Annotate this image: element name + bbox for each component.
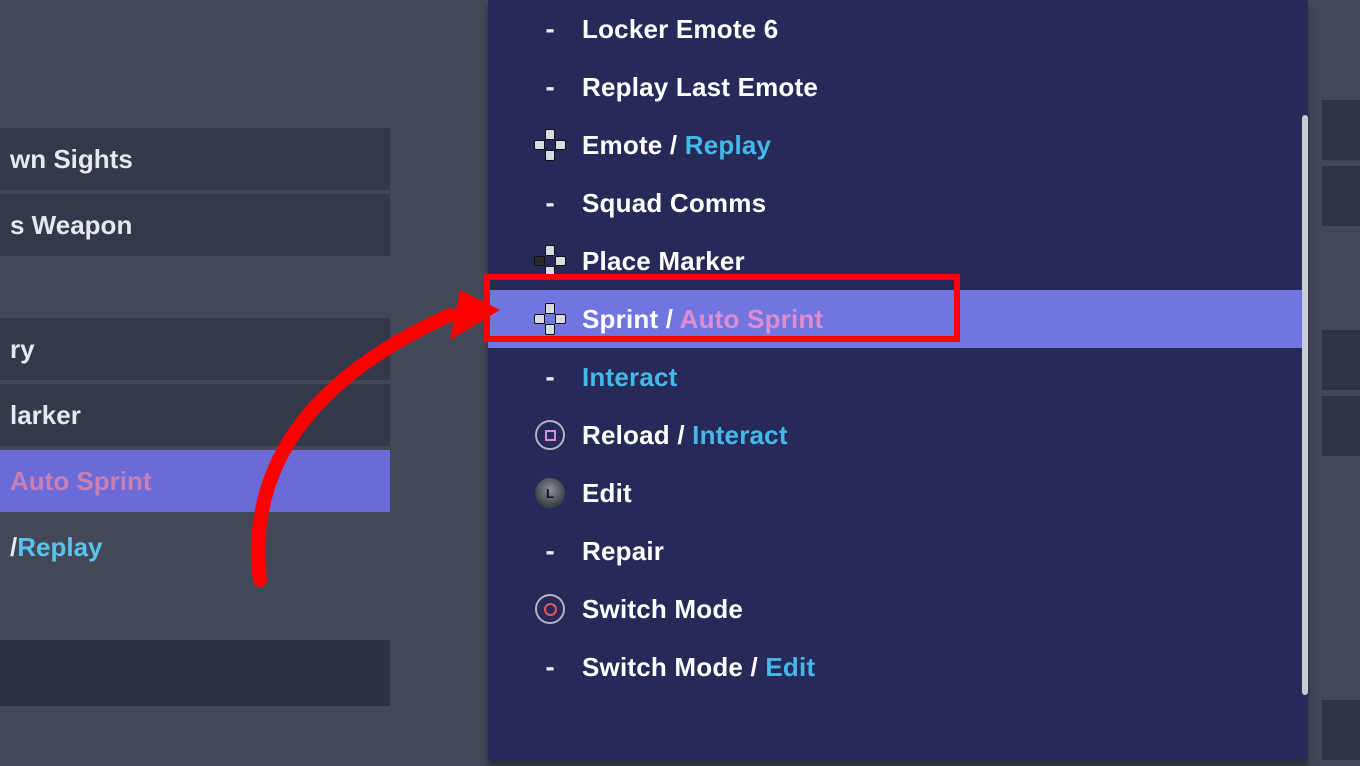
bind-row-interact[interactable]: - Interact — [488, 348, 1308, 406]
dash-icon: - — [545, 71, 554, 103]
left-row[interactable]: / Replay — [0, 516, 390, 578]
dash-icon: - — [545, 535, 554, 567]
dash-icon: - — [545, 651, 554, 683]
right-edge-block — [1322, 100, 1360, 232]
left-row[interactable]: larker — [0, 384, 390, 446]
bind-row-sprint-auto-sprint[interactable]: Sprint / Auto Sprint — [488, 290, 1308, 348]
left-row[interactable]: wn Sights — [0, 128, 390, 190]
dpad-icon — [534, 303, 566, 335]
bind-row-squad-comms[interactable]: - Squad Comms — [488, 174, 1308, 232]
bind-row-switch-mode[interactable]: Switch Mode — [488, 580, 1308, 638]
dash-icon: - — [545, 187, 554, 219]
left-row-selected[interactable]: Auto Sprint — [0, 450, 390, 512]
bind-row-emote-replay[interactable]: Emote / Replay — [488, 116, 1308, 174]
left-row[interactable]: ry — [0, 318, 390, 380]
circle-button-icon — [535, 594, 565, 624]
right-edge-block — [1322, 700, 1360, 766]
left-row[interactable]: s Weapon — [0, 194, 390, 256]
bind-row-locker-emote-6[interactable]: - Locker Emote 6 — [488, 0, 1308, 58]
left-row — [0, 640, 390, 706]
bind-row-repair[interactable]: - Repair — [488, 522, 1308, 580]
bind-row-reload-interact[interactable]: Reload / Interact — [488, 406, 1308, 464]
l-stick-icon: L — [535, 478, 565, 508]
dash-icon: - — [545, 13, 554, 45]
scrollbar[interactable] — [1302, 115, 1308, 695]
bind-row-edit[interactable]: L Edit — [488, 464, 1308, 522]
square-button-icon — [535, 420, 565, 450]
dpad-icon — [534, 129, 566, 161]
right-edge-block — [1322, 330, 1360, 462]
dpad-left-icon — [534, 245, 566, 277]
dash-icon: - — [545, 361, 554, 393]
keybind-panel: - Locker Emote 6 - Replay Last Emote Emo… — [488, 0, 1308, 760]
bind-row-place-marker[interactable]: Place Marker — [488, 232, 1308, 290]
bind-row-switch-mode-edit[interactable]: - Switch Mode / Edit — [488, 638, 1308, 696]
left-panel: wn Sights s Weapon ry larker Auto Sprint… — [0, 0, 390, 765]
bind-row-replay-last-emote[interactable]: - Replay Last Emote — [488, 58, 1308, 116]
